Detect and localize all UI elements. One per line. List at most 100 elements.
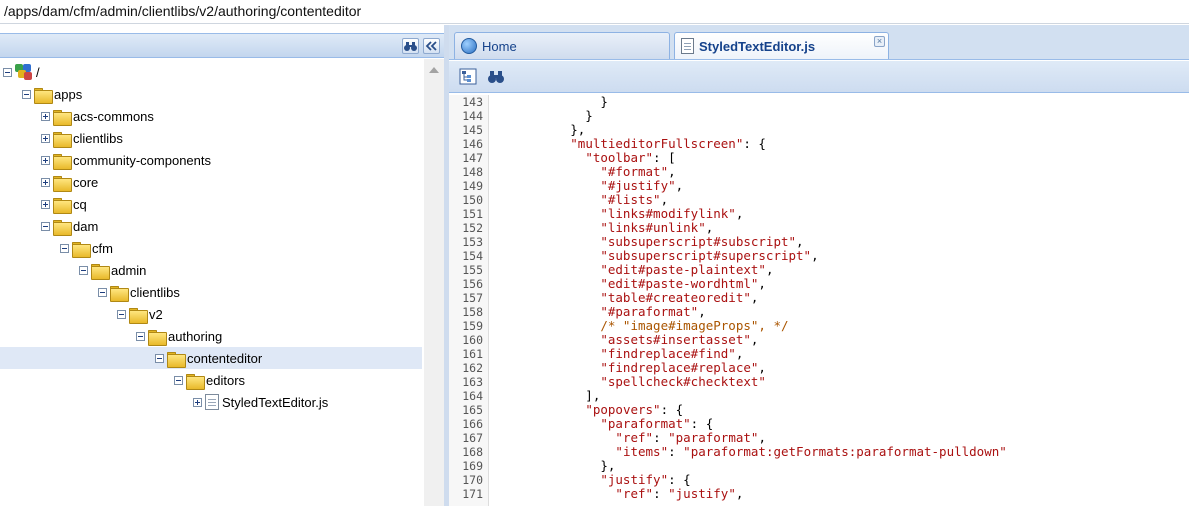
path-bar: /apps/dam/cfm/admin/clientlibs/v2/author…: [0, 0, 1189, 24]
line-number: 166: [462, 417, 483, 431]
line-number: 151: [462, 207, 483, 221]
code-line[interactable]: "items": "paraformat:getFormats:paraform…: [495, 445, 1006, 459]
collapse-icon[interactable]: [98, 287, 107, 297]
code-line[interactable]: /* "image#imageProps", */: [495, 319, 788, 333]
folder-icon: [91, 263, 110, 280]
scroll-up-arrow-icon[interactable]: [429, 67, 439, 73]
line-number: 147: [462, 151, 483, 165]
tree-node-label: clientlibs: [73, 130, 123, 146]
collapse-icon[interactable]: [41, 221, 50, 231]
code-line[interactable]: "edit#paste-wordhtml",: [495, 277, 766, 291]
close-tab-icon[interactable]: ×: [874, 36, 885, 47]
line-number: 157: [462, 291, 483, 305]
binoculars-icon: [488, 71, 504, 83]
tree-node[interactable]: contenteditor: [0, 347, 422, 369]
collapse-icon[interactable]: [3, 67, 12, 77]
line-number: 171: [462, 487, 483, 501]
line-number: 149: [462, 179, 483, 193]
collapse-icon[interactable]: [155, 353, 164, 363]
code-line[interactable]: "popovers": {: [495, 403, 683, 417]
tree-node[interactable]: dam: [41, 215, 98, 237]
tree-panel: / apps acs-commons clientlibs community-comp…: [0, 25, 444, 506]
home-icon: [461, 38, 477, 54]
code-line[interactable]: "edit#paste-plaintext",: [495, 263, 773, 277]
tree-node-label: cq: [73, 196, 87, 212]
editor-panel: Home StyledTextEditor.js × 143 144 145 1…: [449, 25, 1189, 506]
find-in-tree-button[interactable]: [402, 38, 419, 54]
tree-node[interactable]: clientlibs: [41, 127, 123, 149]
code-line[interactable]: "#format",: [495, 165, 675, 179]
tree-node[interactable]: acs-commons: [41, 105, 154, 127]
double-chevron-left-icon: [425, 41, 437, 51]
tree-node[interactable]: core: [41, 171, 98, 193]
code-line[interactable]: "subsuperscript#superscript",: [495, 249, 818, 263]
collapse-panel-button[interactable]: [423, 38, 440, 54]
tab-styled-text-editor[interactable]: StyledTextEditor.js ×: [674, 32, 889, 59]
expand-icon[interactable]: [41, 133, 50, 143]
tree-scrollbar[interactable]: [424, 59, 444, 506]
tree-node[interactable]: community-components: [41, 149, 211, 171]
collapse-icon[interactable]: [174, 375, 183, 385]
expand-icon[interactable]: [193, 397, 202, 407]
tree-node[interactable]: apps: [22, 83, 82, 105]
folder-icon: [53, 109, 72, 126]
code-line[interactable]: "links#unlink",: [495, 221, 713, 235]
code-line[interactable]: "findreplace#find",: [495, 347, 743, 361]
folder-icon: [129, 307, 148, 324]
code-line[interactable]: "#paraformat",: [495, 305, 705, 319]
code-line[interactable]: }: [495, 95, 608, 109]
folder-icon: [148, 329, 167, 346]
tree-node[interactable]: editors: [174, 369, 245, 391]
code-line[interactable]: },: [495, 123, 585, 137]
code-line[interactable]: "toolbar": [: [495, 151, 675, 165]
tab-home-label: Home: [482, 38, 517, 54]
collapse-icon[interactable]: [60, 243, 69, 253]
code-line[interactable]: "links#modifylink",: [495, 207, 743, 221]
find-button[interactable]: [487, 68, 505, 85]
line-number: 160: [462, 333, 483, 347]
expand-icon[interactable]: [41, 199, 50, 209]
tree-panel-header: [0, 33, 444, 58]
content-tree: / apps acs-commons clientlibs community-comp…: [0, 59, 424, 506]
code-line[interactable]: "multieditorFullscreen": {: [495, 137, 766, 151]
collapse-icon[interactable]: [117, 309, 126, 319]
tree-node[interactable]: StyledTextEditor.js: [193, 391, 328, 413]
line-number: 148: [462, 165, 483, 179]
code-line[interactable]: ],: [495, 389, 600, 403]
tree-node[interactable]: cfm: [60, 237, 113, 259]
collapse-icon[interactable]: [22, 89, 31, 99]
code-line[interactable]: "spellcheck#checktext": [495, 375, 766, 389]
code-line[interactable]: }: [495, 109, 593, 123]
code-line[interactable]: "table#createoredit",: [495, 291, 758, 305]
tree-node[interactable]: clientlibs: [98, 281, 180, 303]
reveal-in-tree-button[interactable]: [459, 68, 477, 85]
line-number: 161: [462, 347, 483, 361]
tree-node[interactable]: cq: [41, 193, 87, 215]
code-line[interactable]: "ref": "justify",: [495, 487, 743, 501]
collapse-icon[interactable]: [136, 331, 145, 341]
code-line[interactable]: "justify": {: [495, 473, 690, 487]
expand-icon[interactable]: [41, 177, 50, 187]
code-line[interactable]: },: [495, 459, 615, 473]
code-line[interactable]: "paraformat": {: [495, 417, 713, 431]
collapse-icon[interactable]: [79, 265, 88, 275]
tree-node[interactable]: /: [3, 61, 40, 83]
tree-node-label: core: [73, 174, 99, 190]
code-editor[interactable]: 143 144 145 146 147 148 149 150 151 152 153 154 155 1…: [449, 95, 1189, 506]
code-line[interactable]: "subsuperscript#subscript",: [495, 235, 803, 249]
tree-node[interactable]: admin: [79, 259, 146, 281]
tree-node[interactable]: authoring: [136, 325, 222, 347]
line-number: 154: [462, 249, 483, 263]
tab-home[interactable]: Home: [454, 32, 670, 59]
expand-icon[interactable]: [41, 155, 50, 165]
code-line[interactable]: "assets#insertasset",: [495, 333, 758, 347]
code-line[interactable]: "ref": "paraformat",: [495, 431, 766, 445]
code-line[interactable]: "#lists",: [495, 193, 668, 207]
line-number: 155: [462, 263, 483, 277]
line-number: 163: [462, 375, 483, 389]
code-line[interactable]: "#justify",: [495, 179, 683, 193]
code-line[interactable]: "findreplace#replace",: [495, 361, 766, 375]
line-number: 145: [462, 123, 483, 137]
tree-node[interactable]: v2: [117, 303, 163, 325]
expand-icon[interactable]: [41, 111, 50, 121]
